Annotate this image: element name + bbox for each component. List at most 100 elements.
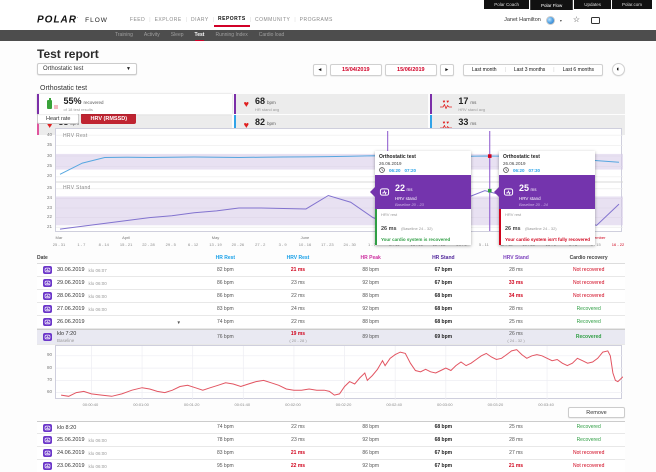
week-label: 20 - 26 [232,242,244,247]
subnav-item-running-index[interactable]: Running Index [215,30,247,41]
stat-card-of-18-test-results[interactable]: 55%recoveredof 18 test results [37,94,232,114]
table-row[interactable]: 27.06.2019klo 06:0083 bpm24 ms92 bpm68 b… [37,303,625,316]
value-cell: 28 ms [480,437,553,443]
orthostatic-test-icon [43,424,52,432]
range-button-last-6-months[interactable]: Last 6 months [555,67,602,73]
value-cell: 92 bpm [334,306,407,312]
tab-heart-rate[interactable]: Heart rate [37,113,79,124]
value-cell: 22 ms [262,463,335,469]
contrast-icon[interactable]: ◐ [612,63,625,76]
stat-card-hrv-stand-avg[interactable]: ♥♥17msHRV stand avg [430,94,625,114]
range-button-last-3-months[interactable]: Last 3 months [506,67,553,73]
collapse-caret-icon[interactable]: ▼ [177,320,181,325]
date-cell: 27.06.2019klo 06:00 [57,306,189,312]
y-axis-tick: 60 [37,389,52,394]
orthostatic-test-icon [43,333,52,341]
value-cell: 25 ms [480,319,553,325]
value-cell: 23 ms [262,437,335,443]
hrv-stand-value: 25 [519,183,529,193]
y-axis-tick: 24 [37,195,52,200]
table-row[interactable]: 30.06.2019klo 06:0782 bpm21 ms88 bpm67 b… [37,264,625,277]
stat-card-hr-stand-avg[interactable]: ♥68bpmHR stand avg [234,94,429,114]
time-axis-label: 00:02:00 [285,402,301,407]
week-label: 10 - 16 [299,242,311,247]
range-button-last-month[interactable]: Last month [464,67,505,73]
table-row[interactable]: 23.06.2019klo 06:0095 bpm22 ms92 bpm67 b… [37,460,625,472]
table-row[interactable]: 29.06.2019klo 06:0086 bpm23 ms92 bpm67 b… [37,277,625,290]
week-label: 25 - 31 [53,242,65,247]
nav-item-feed[interactable]: FEED [126,14,149,26]
topbar-link-polar-com[interactable]: Polar.com [612,0,652,9]
test-start-time: 06:20 [389,168,401,173]
cardio-recovery-cell: Recovered [552,334,625,340]
value-cell: 83 bpm [189,306,262,312]
month-label: June [301,235,310,240]
polar-logo[interactable]: POLAR. [37,14,79,25]
tooltip-hrv-stand-banner: 22ms HRV stand Baseline 20 - 23 [375,175,471,209]
content: Test report Orthostatic test ▼ ◄ 15/04/2… [0,41,656,472]
value-cell: 68 bpm [407,424,480,430]
y-axis-tick: 22 [37,214,52,219]
subnav-item-training[interactable]: Training [115,30,133,41]
subnav-item-sleep[interactable]: Sleep [171,30,184,41]
orthostatic-test-icon [43,449,52,457]
date-controls: ◄ 15/04/2019 15/06/2019 ► Last month|Las… [313,63,625,76]
nav-item-diary[interactable]: DIARY [187,14,213,26]
subnav-item-test[interactable]: Test [195,30,205,41]
nav-item-reports[interactable]: REPORTS [214,13,250,27]
feedback-bubble-icon[interactable] [591,17,600,24]
topbar-link-polar-coach[interactable]: Polar Coach [484,0,529,9]
time-axis-label: 00:03:20 [488,402,504,407]
avatar[interactable] [546,16,555,25]
recovery-status: Your cardio system is recovered [381,237,467,243]
hrv-stand-baseline: Baseline 20 - 24 [519,202,548,207]
nav-item-explore[interactable]: EXPLORE [151,14,186,26]
next-period-button[interactable]: ► [440,64,454,76]
value-cell: 21 ms [262,267,335,273]
value-cell: 25 ms [480,424,553,430]
week-label: 27 - 2 [255,242,265,247]
time-axis-label: 00:01:00 [133,402,149,407]
subnav-item-cardio-load[interactable]: Cardio load [259,30,285,41]
value-cell: 76 bpm [189,334,262,340]
report-type-select[interactable]: Orthostatic test ▼ [37,63,137,75]
table-row[interactable]: 25.06.2019klo 06:0078 bpm23 ms92 bpm68 b… [37,434,625,447]
stat-value: 68 [255,96,265,106]
date-cell: 23.06.2019klo 06:00 [57,463,189,469]
orthostatic-test-icon [43,462,52,470]
topbar-link-updates[interactable]: Updates [574,0,611,9]
orthostatic-test-icon [43,266,52,274]
table-row[interactable]: 26.06.2019▼74 bpm22 ms88 bpm68 bpm25 msR… [37,316,625,329]
nav-item-programs[interactable]: PROGRAMS [296,14,337,26]
topbar: Polar CoachPolar FlowUpdatesPolar.com [0,0,656,10]
date-to-field[interactable]: 15/06/2019 [385,64,437,76]
row-icon-cell [37,279,57,287]
time-axis-label: 00:01:40 [235,402,251,407]
hr-trace-panel[interactable] [55,345,622,399]
user-name[interactable]: Janet Hamilton [504,17,541,23]
table-row[interactable]: 28.06.2019klo 06:0086 bpm22 ms88 bpm68 b… [37,290,625,303]
prev-period-button[interactable]: ◄ [313,64,327,76]
baseline-row[interactable]: klo 7:20Baseline76 bpm19 ms( 20 - 28 )89… [37,329,625,345]
nav-item-community[interactable]: COMMUNITY [251,14,294,26]
value-cell: 92 bpm [334,280,407,286]
date-cell: 26.06.2019▼ [57,319,189,325]
table-row[interactable]: klo 8:2074 bpm22 ms88 bpm68 bpm25 msReco… [37,421,625,434]
hrv-rest-value: 26 ms [381,226,397,232]
hrv-rest-line: 26 ms (Baseline 24 - 32) [505,217,591,235]
flow-label[interactable]: FLOW [85,17,108,24]
value-cell: 86 bpm [189,280,262,286]
remove-button[interactable]: Remove [568,407,625,418]
favorites-star-icon[interactable]: ☆ [573,16,580,24]
table-row[interactable]: 24.06.2019klo 06:0083 bpm21 ms86 bpm67 b… [37,447,625,460]
table-header: DateHR RestHRV RestHR PeakHR StandHRV St… [37,253,625,264]
value-cell: 86 bpm [189,293,262,299]
value-cell: 88 bpm [334,319,407,325]
hrv-stand-label: HRV stand [395,196,424,201]
date-from-field[interactable]: 15/04/2019 [330,64,382,76]
subnav-item-activity[interactable]: Activity [144,30,160,41]
time-axis-label: 00:02:20 [336,402,352,407]
stat-unit: bpm [267,100,276,105]
tab-hrv-rmssd[interactable]: HRV (RMSSD) [81,113,136,124]
chevron-down-icon[interactable]: ▾ [560,18,562,23]
